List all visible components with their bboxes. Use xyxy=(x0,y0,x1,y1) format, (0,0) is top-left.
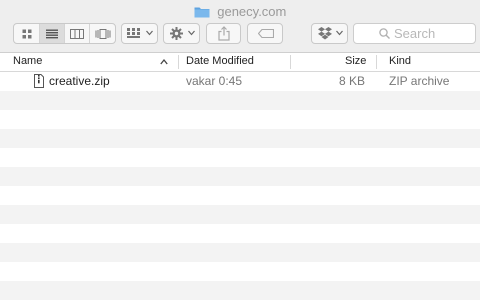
empty-row xyxy=(0,129,480,148)
column-header-size[interactable]: Size xyxy=(345,55,366,67)
finder-window: genecy.com Search Name Date Modified Siz… xyxy=(0,0,480,306)
empty-row xyxy=(0,186,480,205)
icon-view-icon xyxy=(22,29,31,38)
share-icon xyxy=(218,26,230,41)
window-title: genecy.com xyxy=(0,3,480,19)
column-divider[interactable] xyxy=(376,55,377,69)
cover-flow-button[interactable] xyxy=(90,24,115,43)
column-header-bar: Name Date Modified Size Kind xyxy=(0,53,480,72)
empty-row xyxy=(0,224,480,243)
empty-row xyxy=(0,281,480,300)
dropbox-button[interactable] xyxy=(311,23,348,44)
arrange-button[interactable] xyxy=(121,23,158,44)
column-header-kind[interactable]: Kind xyxy=(389,55,411,67)
column-divider[interactable] xyxy=(178,55,179,69)
gear-icon xyxy=(170,27,183,40)
cover-flow-icon xyxy=(95,28,110,39)
empty-row xyxy=(0,167,480,186)
column-divider[interactable] xyxy=(290,55,291,69)
folder-icon xyxy=(194,5,210,18)
chevron-down-icon xyxy=(146,30,153,36)
empty-row xyxy=(0,262,480,281)
file-row[interactable]: creative.zip vakar 0:45 8 KB ZIP archive xyxy=(0,72,480,91)
title-bar: genecy.com Search xyxy=(0,0,480,53)
file-size: 8 KB xyxy=(338,74,365,88)
search-input[interactable]: Search xyxy=(353,23,476,44)
column-header-date[interactable]: Date Modified xyxy=(186,55,254,67)
tags-button[interactable] xyxy=(247,23,283,44)
column-view-icon xyxy=(70,28,84,39)
list-view-icon xyxy=(46,29,58,38)
window-title-text: genecy.com xyxy=(217,4,287,20)
sort-ascending-icon xyxy=(160,58,168,65)
search-placeholder: Search xyxy=(394,26,436,41)
view-mode-control xyxy=(13,23,116,44)
empty-row xyxy=(0,148,480,167)
dropbox-icon xyxy=(318,27,332,40)
empty-row xyxy=(0,243,480,262)
column-header-name[interactable]: Name xyxy=(13,55,42,67)
empty-row xyxy=(0,91,480,110)
action-button[interactable] xyxy=(163,23,200,44)
search-icon xyxy=(379,28,390,39)
column-view-button[interactable] xyxy=(65,24,90,43)
file-date: vakar 0:45 xyxy=(186,74,243,88)
zip-file-icon xyxy=(34,74,44,88)
list-view-button[interactable] xyxy=(40,24,65,43)
file-kind: ZIP archive xyxy=(389,74,450,88)
chevron-down-icon xyxy=(336,30,343,36)
file-list: creative.zip vakar 0:45 8 KB ZIP archive xyxy=(0,72,480,306)
arrange-icon xyxy=(127,28,140,38)
tag-icon xyxy=(258,29,274,38)
empty-row xyxy=(0,205,480,224)
share-button[interactable] xyxy=(206,23,241,44)
chevron-down-icon xyxy=(188,30,195,36)
empty-row xyxy=(0,110,480,129)
file-name: creative.zip xyxy=(49,74,110,88)
icon-view-button[interactable] xyxy=(14,24,40,43)
